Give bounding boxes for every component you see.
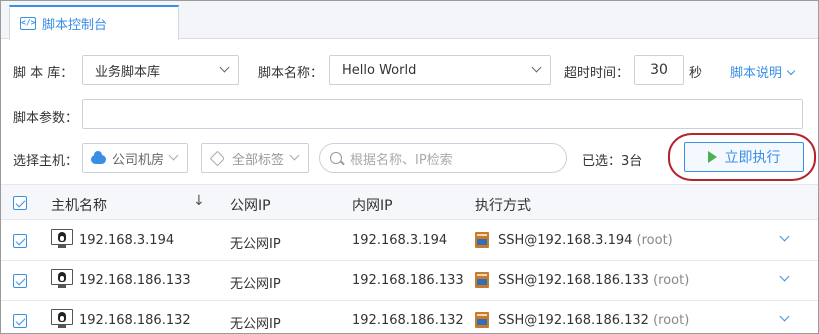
library-label: 脚 本 库： <box>13 66 74 81</box>
row-checkbox[interactable] <box>13 234 27 248</box>
host-select-label: 选择主机： <box>13 154 79 169</box>
exec-method: SSH@192.168.186.132 (root) <box>498 313 689 328</box>
table-row[interactable]: 192.168.3.194 无公网IP 192.168.3.194 SSH@19… <box>1 221 818 261</box>
play-icon <box>707 151 717 163</box>
tab-bar: </> 脚本控制台 <box>1 1 818 40</box>
timeout-unit: 秒 <box>689 66 703 81</box>
region-select[interactable]: 公司机房 <box>82 143 188 173</box>
host-name: 192.168.3.194 <box>79 233 175 248</box>
timeout-input[interactable]: 30 <box>634 55 684 85</box>
exec-target: SSH@192.168.186.132 <box>498 313 649 328</box>
library-select[interactable]: 业务脚本库 <box>82 55 239 85</box>
host-name: 192.168.186.133 <box>79 273 191 288</box>
chevron-down-icon[interactable] <box>779 271 790 282</box>
column-header-public-ip: 公网IP <box>230 198 271 214</box>
chevron-down-icon <box>786 66 796 76</box>
linux-host-icon <box>51 229 73 249</box>
ssh-icon <box>475 232 489 248</box>
chevron-down-icon <box>219 62 230 73</box>
linux-host-icon <box>51 269 73 289</box>
host-search-input[interactable]: 根据名称、IP检索 <box>319 143 567 173</box>
public-ip: 无公网IP <box>230 237 281 252</box>
chevron-down-icon[interactable] <box>779 231 790 242</box>
private-ip: 192.168.3.194 <box>352 233 448 248</box>
linux-host-icon <box>51 309 73 329</box>
script-doc-link[interactable]: 脚本说明 <box>730 62 796 81</box>
run-button-label: 立即执行 <box>724 150 781 166</box>
exec-target: SSH@192.168.186.133 <box>498 273 649 288</box>
ssh-icon <box>475 272 489 288</box>
search-icon <box>330 152 342 164</box>
row-checkbox[interactable] <box>13 274 27 288</box>
table-row[interactable]: 192.168.186.133 无公网IP 192.168.186.133 SS… <box>1 261 818 301</box>
exec-user: (root) <box>636 233 673 248</box>
cloud-icon <box>91 150 106 164</box>
tab-label: 脚本控制台 <box>42 18 108 33</box>
host-name: 192.168.186.132 <box>79 313 191 328</box>
column-header-exec-method: 执行方式 <box>475 198 531 214</box>
exec-method: SSH@192.168.186.133 (root) <box>498 273 689 288</box>
chevron-down-icon <box>168 150 179 161</box>
timeout-value: 30 <box>650 62 668 78</box>
chevron-down-icon <box>531 62 542 73</box>
row-checkbox[interactable] <box>13 314 27 328</box>
table-header: 主机名称 ↓ 公网IP 内网IP 执行方式 <box>1 184 818 220</box>
column-header-private-ip: 内网IP <box>352 198 393 214</box>
params-label: 脚本参数： <box>13 111 79 126</box>
tag-value: 全部标签 <box>232 152 285 168</box>
run-now-button[interactable]: 立即执行 <box>684 142 804 172</box>
tag-icon <box>209 150 226 166</box>
selected-count: 已选：3台 <box>582 154 643 169</box>
column-header-host-name[interactable]: 主机名称 <box>51 195 107 215</box>
chevron-down-icon[interactable] <box>779 311 790 322</box>
chevron-down-icon <box>289 150 300 161</box>
exec-user: (root) <box>653 273 690 288</box>
code-icon: </> <box>20 17 36 30</box>
select-all-checkbox[interactable] <box>13 196 27 210</box>
script-name-value: Hello World <box>342 62 417 78</box>
script-doc-label: 脚本说明 <box>730 66 783 81</box>
region-value: 公司机房 <box>112 152 165 168</box>
ssh-icon <box>475 312 489 328</box>
script-name-select[interactable]: Hello World <box>329 55 551 85</box>
tag-select[interactable]: 全部标签 <box>201 143 309 173</box>
timeout-label: 超时时间： <box>564 66 630 81</box>
exec-user: (root) <box>653 313 690 328</box>
exec-method: SSH@192.168.3.194 (root) <box>498 233 673 248</box>
tab-script-console[interactable]: </> 脚本控制台 <box>9 5 179 40</box>
library-value: 业务脚本库 <box>95 64 161 80</box>
public-ip: 无公网IP <box>230 317 281 332</box>
sort-arrow-icon[interactable]: ↓ <box>193 193 205 209</box>
private-ip: 192.168.186.132 <box>352 313 464 328</box>
params-input[interactable] <box>82 99 803 129</box>
exec-target: SSH@192.168.3.194 <box>498 233 633 248</box>
table-row[interactable]: 192.168.186.132 无公网IP 192.168.186.132 SS… <box>1 301 818 333</box>
private-ip: 192.168.186.133 <box>352 273 464 288</box>
public-ip: 无公网IP <box>230 277 281 292</box>
script-name-label: 脚本名称： <box>258 66 324 81</box>
script-console-window: </> 脚本控制台 脚 本 库： 业务脚本库 脚本名称： Hello World… <box>0 0 819 334</box>
search-placeholder: 根据名称、IP检索 <box>350 152 453 168</box>
